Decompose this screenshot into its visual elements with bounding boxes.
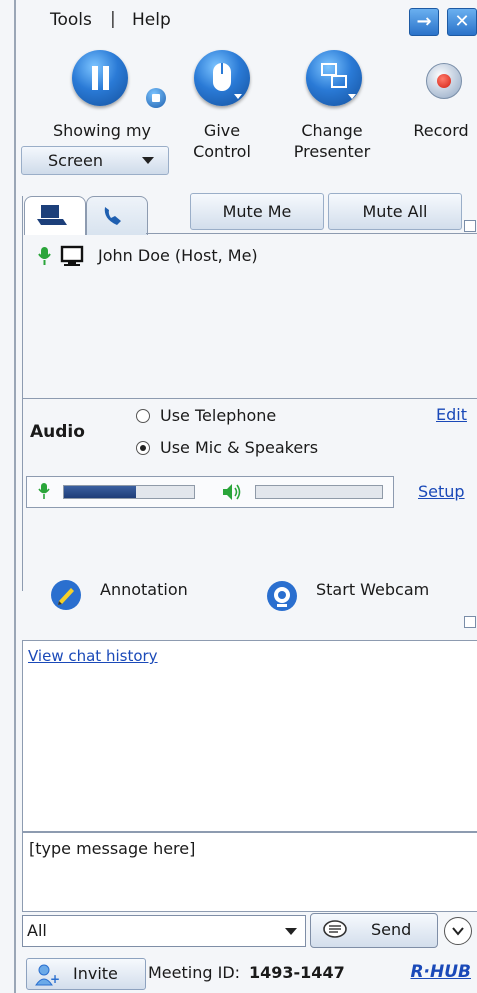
participant-icons xyxy=(38,245,84,266)
share-mode-value: Screen xyxy=(48,151,104,170)
chat-bubble-icon xyxy=(323,920,347,938)
pin-button[interactable]: → xyxy=(409,8,439,36)
share-mode-dropdown[interactable]: Screen xyxy=(21,146,169,175)
annotation-icon[interactable] xyxy=(50,579,82,611)
tab-phone[interactable] xyxy=(86,196,148,235)
phone-icon xyxy=(104,207,121,225)
speaker-icon xyxy=(223,484,241,500)
radio-mic-speakers-label: Use Mic & Speakers xyxy=(160,438,319,457)
audio-divider xyxy=(22,398,477,399)
close-icon: ✕ xyxy=(454,11,470,32)
microphone-icon xyxy=(38,483,50,499)
mouse-icon xyxy=(213,63,242,99)
chat-recipient-select[interactable]: All xyxy=(22,915,306,947)
mic-level-meter xyxy=(63,485,195,499)
svg-text:+: + xyxy=(50,972,59,986)
meeting-id-label: Meeting ID: xyxy=(148,963,241,982)
chat-history-pane: View chat history xyxy=(22,640,477,832)
audio-label: Audio xyxy=(30,422,85,442)
send-label: Send xyxy=(371,920,412,939)
chevron-down-icon xyxy=(142,157,154,164)
change-presenter-label: Change Presenter xyxy=(293,121,371,161)
radio-telephone[interactable] xyxy=(136,409,150,423)
invite-button[interactable]: + Invite xyxy=(26,958,146,990)
laptop-icon xyxy=(37,205,67,225)
add-user-icon: + xyxy=(35,964,59,986)
participant-name: John Doe (Host, Me) xyxy=(98,246,258,265)
rhub-logo-link[interactable]: R·HUB xyxy=(410,962,471,982)
presenter-icon xyxy=(321,63,356,99)
arrow-right-icon: → xyxy=(416,11,432,32)
view-chat-history-link[interactable]: View chat history xyxy=(28,647,158,665)
radio-mic-speakers[interactable] xyxy=(136,441,150,455)
start-webcam-button[interactable]: Start Webcam xyxy=(316,580,429,599)
mic-level-fill xyxy=(64,486,136,498)
stop-sharing-button[interactable] xyxy=(146,88,166,108)
radio-telephone-label: Use Telephone xyxy=(160,406,277,425)
send-button[interactable]: Send xyxy=(310,913,438,948)
tab-underline xyxy=(146,233,477,234)
speaker-level-meter xyxy=(255,485,383,499)
audio-meters xyxy=(26,476,394,508)
edit-audio-link[interactable]: Edit xyxy=(436,405,467,424)
expand-participants-icon[interactable] xyxy=(464,220,476,232)
expand-chat-icon[interactable] xyxy=(464,616,476,628)
webcam-icon[interactable] xyxy=(266,580,298,612)
showing-label: Showing my xyxy=(52,121,152,140)
close-button[interactable]: ✕ xyxy=(447,8,477,36)
record-label: Record xyxy=(413,121,469,140)
meeting-id-value: 1493-1447 xyxy=(249,963,345,982)
microphone-icon xyxy=(38,247,51,265)
chevron-down-icon xyxy=(452,927,464,936)
pause-icon xyxy=(92,66,109,90)
annotation-button[interactable]: Annotation xyxy=(100,580,188,599)
menu-bar: Tools | Help → ✕ xyxy=(16,0,477,38)
window-frame xyxy=(14,0,16,993)
menu-tools[interactable]: Tools xyxy=(50,10,92,30)
chat-options-button[interactable] xyxy=(444,917,472,945)
monitor-icon xyxy=(60,245,84,266)
status-bar: + Invite Meeting ID: 1493-1447 R·HUB xyxy=(16,952,477,993)
chat-message-placeholder: [type message here] xyxy=(29,839,196,858)
record-button[interactable] xyxy=(426,63,462,99)
setup-audio-link[interactable]: Setup xyxy=(418,482,465,501)
give-control-button[interactable] xyxy=(194,50,250,106)
mute-me-button[interactable]: Mute Me xyxy=(190,193,324,230)
tab-participants[interactable] xyxy=(24,196,86,235)
chevron-down-icon xyxy=(285,928,297,935)
change-presenter-button[interactable] xyxy=(306,50,362,106)
menu-help[interactable]: Help xyxy=(132,10,171,30)
menu-separator: | xyxy=(110,9,116,29)
record-icon xyxy=(437,74,451,88)
invite-label: Invite xyxy=(73,964,118,983)
mute-all-button[interactable]: Mute All xyxy=(328,193,462,230)
chat-recipient-value: All xyxy=(27,921,47,940)
give-control-label: Give Control xyxy=(193,121,251,161)
chat-message-input[interactable]: [type message here] xyxy=(22,832,477,912)
pause-sharing-button[interactable] xyxy=(72,50,128,106)
